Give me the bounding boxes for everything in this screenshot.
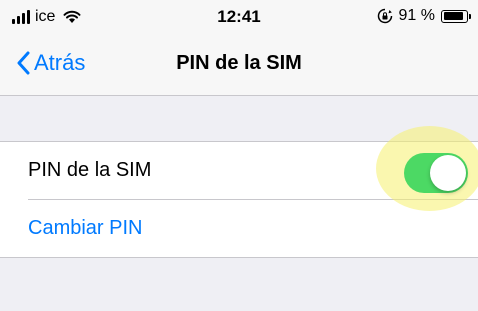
navigation-bar: Atrás PIN de la SIM — [0, 34, 478, 96]
sim-pin-label: PIN de la SIM — [28, 159, 152, 181]
battery-fill — [443, 12, 463, 20]
battery-icon — [441, 9, 471, 23]
sim-pin-toggle[interactable] — [404, 153, 468, 193]
toggle-knob[interactable] — [430, 155, 466, 191]
status-right: 91 % — [377, 7, 471, 25]
status-bar: ice 12:41 91 % — [0, 0, 478, 34]
battery-percent: 91 % — [398, 7, 435, 24]
change-pin-row[interactable]: Cambiar PIN — [0, 200, 478, 258]
orientation-lock-icon — [377, 8, 392, 24]
page-title: PIN de la SIM — [176, 52, 302, 74]
change-pin-link[interactable]: Cambiar PIN — [28, 217, 142, 240]
